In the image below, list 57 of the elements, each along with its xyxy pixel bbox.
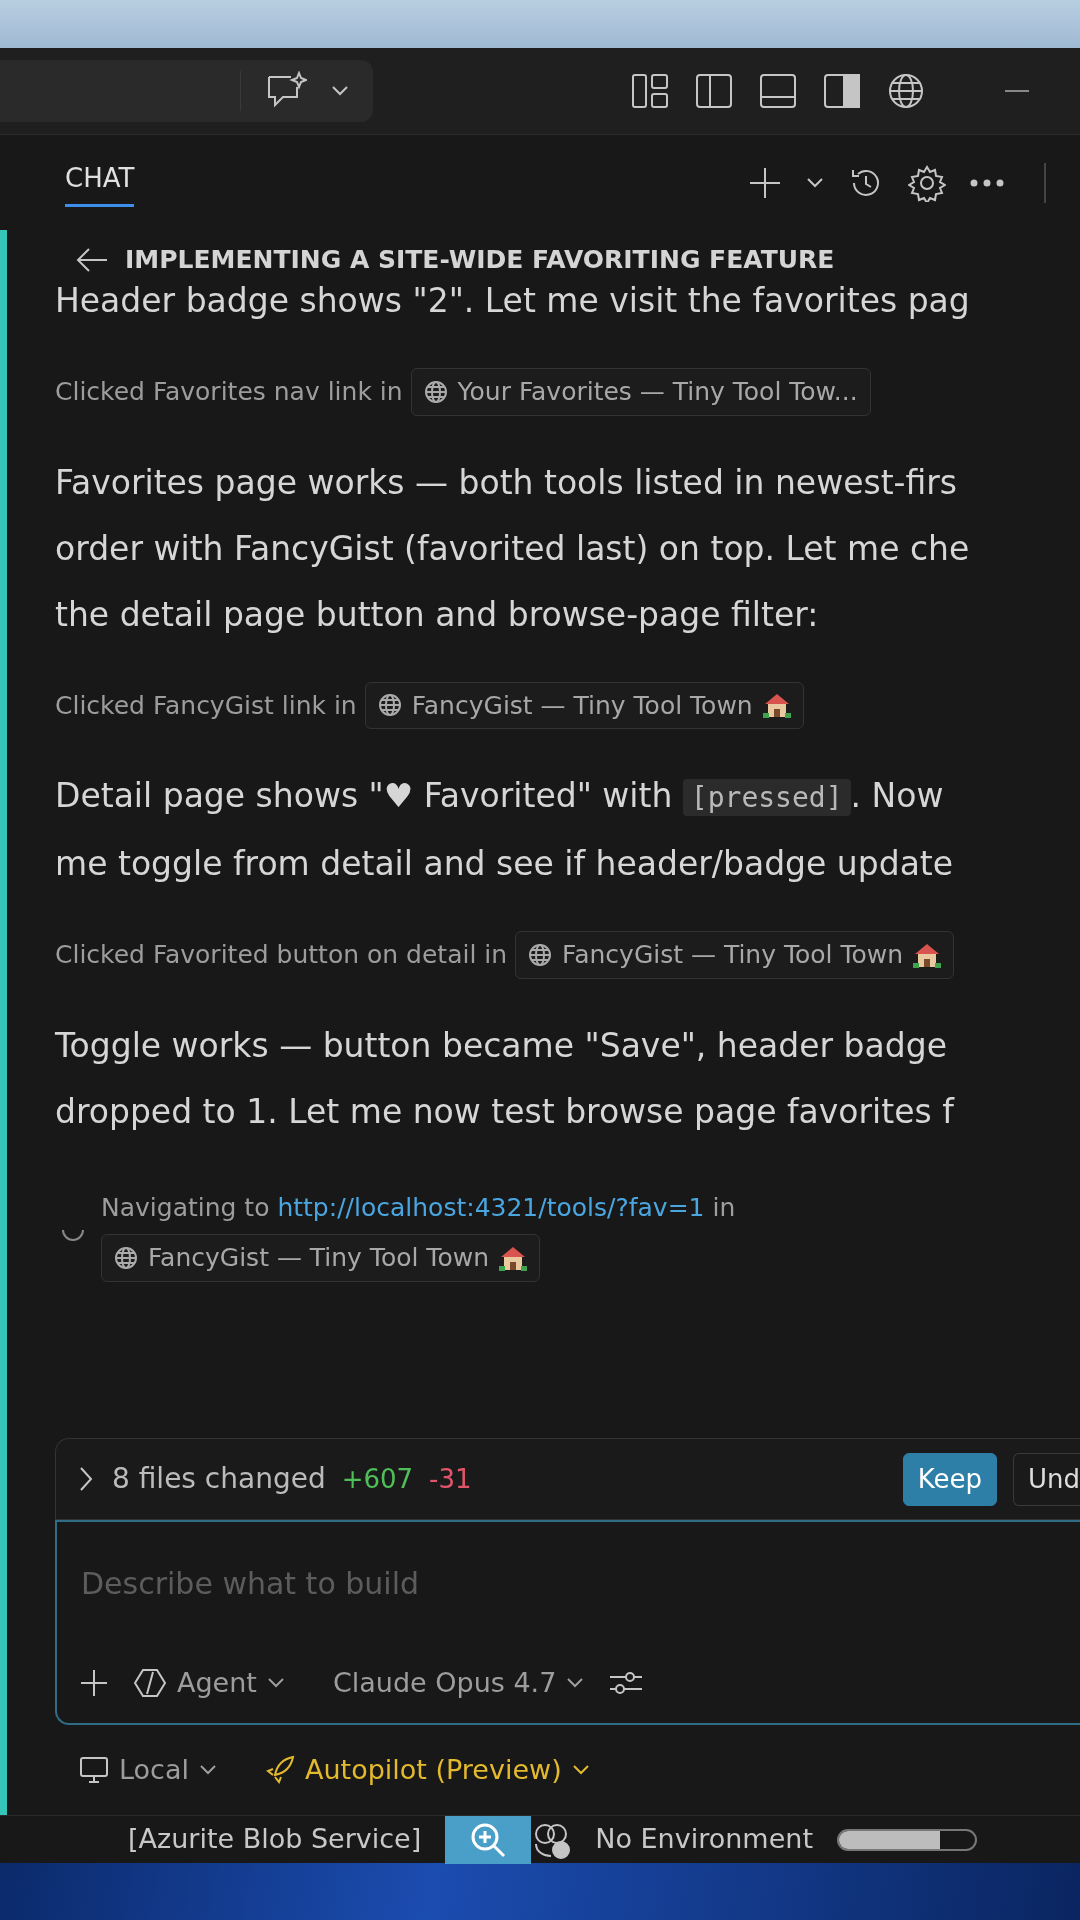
house-icon [913,941,942,968]
model-picker[interactable]: Claude Opus 4.7 [332,1662,585,1703]
autopilot-picker[interactable]: Autopilot (Preview) [265,1749,590,1791]
monitor-icon [79,1755,109,1785]
status-item[interactable]: [Azurite Blob Service] [128,1819,422,1860]
message-text: Detail page shows "♥ Favorited" with [pressed] . Now me toggle from detail and see if header/badge update [55,775,955,885]
tool-call-text: Clicked Favorites nav link in [55,376,403,408]
lines-removed-count: -31 [429,1462,472,1496]
sidebar-left-icon[interactable] [694,71,734,111]
settings-icon[interactable] [908,163,946,202]
zoom-button[interactable] [445,1815,532,1864]
chevron-icon [266,1676,285,1689]
page-chip[interactable]: FancyGist — Tiny Tool Town [101,1234,540,1282]
undo-button[interactable]: Und [1013,1452,1080,1506]
more-icon[interactable] [970,178,1004,187]
chat-input[interactable]: Describe what to build [79,1560,679,1607]
page-chip[interactable]: FancyGist — Tiny Tool Town [515,931,955,979]
page-chip[interactable]: Your Favorites — Tiny Tool Tow... [410,368,871,416]
session-title: IMPLEMENTING A SITE-WIDE FAVORITING FEATURE [125,244,835,277]
lines-added-count: +607 [341,1462,414,1496]
page-chip[interactable]: FancyGist — Tiny Tool Town [364,681,804,729]
files-changed-text: 8 files changed [112,1461,326,1497]
tool-call-text: Navigating to [101,1192,270,1222]
chat-tab[interactable]: CHAT [65,158,135,207]
tool-call-text: Clicked FancyGist link in [55,689,357,722]
minimize-icon[interactable] [1004,89,1030,93]
panel-bottom-icon[interactable] [758,71,798,111]
globe-icon [423,379,448,404]
plus-icon[interactable] [748,165,782,200]
keep-button[interactable]: Keep [902,1452,997,1506]
message-text: Favorites page works — both tools listed in newest-firs order with FancyGist (favorited last) on top. Let me che the detail page button and browse-page filter: [55,461,971,636]
globe-icon [377,693,402,718]
agent-mode-picker[interactable]: Agent [133,1662,285,1703]
agent-icon [133,1667,167,1698]
house-icon [762,692,791,719]
layout-icon[interactable] [630,71,670,111]
location-picker[interactable]: Local [79,1749,217,1791]
chevron-icon [331,85,349,97]
message-text: Toggle works — button became "Save", header badge dropped to 1. Let me now test browse page favorites f [55,1024,956,1133]
globe-icon [114,1245,138,1270]
house-icon [499,1244,527,1271]
tool-call-text: in [712,1192,736,1222]
globe-icon [528,942,553,967]
spinner-icon [61,1229,85,1241]
message-text: Header badge shows "2". Let me visit the favorites pag [55,280,971,322]
chevron-icon [806,176,824,189]
chevron-icon [571,1764,590,1776]
url-link[interactable]: http://localhost:4321/tools/?fav=1 [277,1192,705,1222]
chevron-icon [199,1764,217,1776]
rocket-icon [265,1755,295,1785]
status-item[interactable]: No Environment [595,1819,813,1860]
back-arrow-icon[interactable] [75,246,109,274]
plus-icon[interactable] [79,1667,109,1698]
sidebar-right-icon[interactable] [822,71,862,111]
tool-call-text: Clicked Favorited button on detail in [55,939,508,971]
chevron-icon [566,1676,585,1689]
globe-icon[interactable] [886,71,926,111]
